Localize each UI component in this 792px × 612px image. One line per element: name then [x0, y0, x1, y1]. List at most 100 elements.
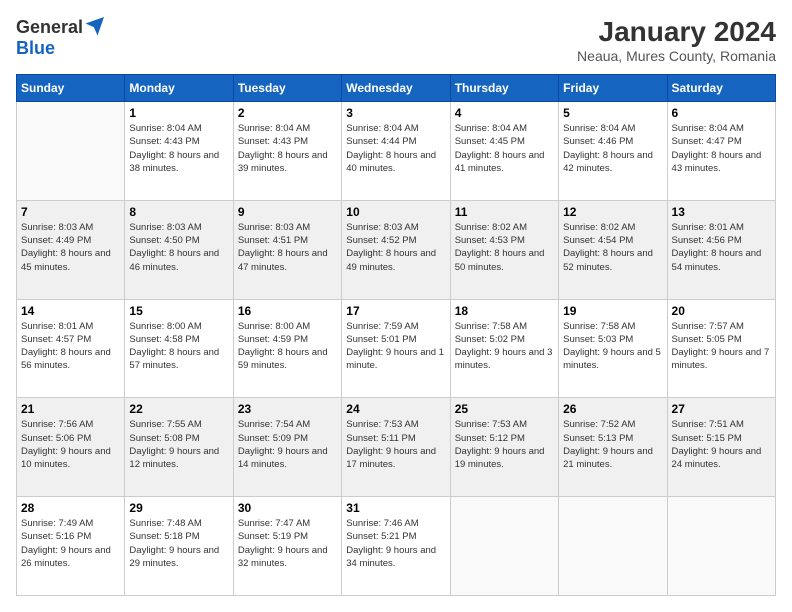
calendar-cell: 18 Sunrise: 7:58 AMSunset: 5:02 PMDayligh… [450, 299, 558, 398]
calendar-cell: 28Sunrise: 7:49 AMSunset: 5:16 PMDayligh… [17, 497, 125, 596]
weekday-header-row: SundayMondayTuesdayWednesdayThursdayFrid… [17, 75, 776, 102]
calendar-cell: 11 Sunrise: 8:02 AMSunset: 4:53 PMDayligh… [450, 200, 558, 299]
day-detail: Sunrise: 7:55 AMSunset: 5:08 PMDaylight:… [129, 418, 228, 471]
weekday-header-sunday: Sunday [17, 75, 125, 102]
calendar-cell: 29 Sunrise: 7:48 AMSunset: 5:18 PMDayligh… [125, 497, 233, 596]
day-detail: Sunrise: 8:02 AMSunset: 4:53 PMDaylight:… [455, 221, 554, 274]
day-number: 26 [563, 402, 662, 416]
week-row-4: 21 Sunrise: 7:56 AMSunset: 5:06 PMDayligh… [17, 398, 776, 497]
main-title: January 2024 [577, 16, 776, 48]
week-row-2: 7 Sunrise: 8:03 AMSunset: 4:49 PMDaylight… [17, 200, 776, 299]
weekday-header-saturday: Saturday [667, 75, 775, 102]
calendar-cell: 26 Sunrise: 7:52 AMSunset: 5:13 PMDayligh… [559, 398, 667, 497]
day-detail: Sunrise: 7:58 AMSunset: 5:02 PMDaylight:… [455, 320, 554, 373]
calendar-cell: 2 Sunrise: 8:04 AMSunset: 4:43 PMDaylight… [233, 102, 341, 201]
calendar-cell: 6 Sunrise: 8:04 AMSunset: 4:47 PMDaylight… [667, 102, 775, 201]
header: General Blue January 2024 Neaua, Mures C… [16, 16, 776, 64]
day-detail: Sunrise: 7:47 AMSunset: 5:19 PMDaylight:… [238, 517, 337, 570]
day-number: 5 [563, 106, 662, 120]
day-number: 3 [346, 106, 445, 120]
day-detail: Sunrise: 8:04 AMSunset: 4:45 PMDaylight:… [455, 122, 554, 175]
day-number: 12 [563, 205, 662, 219]
calendar-cell: 7 Sunrise: 8:03 AMSunset: 4:49 PMDaylight… [17, 200, 125, 299]
calendar-cell: 20 Sunrise: 7:57 AMSunset: 5:05 PMDayligh… [667, 299, 775, 398]
day-number: 31 [346, 501, 445, 515]
calendar-cell: 14 Sunrise: 8:01 AMSunset: 4:57 PMDayligh… [17, 299, 125, 398]
logo-general: General [16, 17, 83, 38]
week-row-3: 14 Sunrise: 8:01 AMSunset: 4:57 PMDayligh… [17, 299, 776, 398]
day-number: 21 [21, 402, 120, 416]
day-detail: Sunrise: 7:58 AMSunset: 5:03 PMDaylight:… [563, 320, 662, 373]
calendar-cell: 19 Sunrise: 7:58 AMSunset: 5:03 PMDayligh… [559, 299, 667, 398]
day-detail: Sunrise: 8:00 AMSunset: 4:59 PMDaylight:… [238, 320, 337, 373]
day-number: 14 [21, 304, 120, 318]
day-detail: Sunrise: 7:48 AMSunset: 5:18 PMDaylight:… [129, 517, 228, 570]
title-block: January 2024 Neaua, Mures County, Romani… [577, 16, 776, 64]
calendar-cell: 5 Sunrise: 8:04 AMSunset: 4:46 PMDaylight… [559, 102, 667, 201]
day-number: 18 [455, 304, 554, 318]
day-detail: Sunrise: 7:52 AMSunset: 5:13 PMDaylight:… [563, 418, 662, 471]
day-detail: Sunrise: 7:56 AMSunset: 5:06 PMDaylight:… [21, 418, 120, 471]
calendar-cell [17, 102, 125, 201]
logo-blue: Blue [16, 38, 55, 58]
day-detail: Sunrise: 8:03 AMSunset: 4:49 PMDaylight:… [21, 221, 120, 274]
calendar-cell: 13Sunrise: 8:01 AMSunset: 4:56 PMDayligh… [667, 200, 775, 299]
day-detail: Sunrise: 8:04 AMSunset: 4:46 PMDaylight:… [563, 122, 662, 175]
day-detail: Sunrise: 8:02 AMSunset: 4:54 PMDaylight:… [563, 221, 662, 274]
day-number: 22 [129, 402, 228, 416]
day-detail: Sunrise: 8:04 AMSunset: 4:44 PMDaylight:… [346, 122, 445, 175]
day-number: 15 [129, 304, 228, 318]
day-detail: Sunrise: 7:46 AMSunset: 5:21 PMDaylight:… [346, 517, 445, 570]
calendar-cell: 12 Sunrise: 8:02 AMSunset: 4:54 PMDayligh… [559, 200, 667, 299]
day-number: 16 [238, 304, 337, 318]
subtitle: Neaua, Mures County, Romania [577, 48, 776, 64]
day-number: 2 [238, 106, 337, 120]
day-number: 6 [672, 106, 771, 120]
day-number: 20 [672, 304, 771, 318]
day-detail: Sunrise: 8:04 AMSunset: 4:43 PMDaylight:… [129, 122, 228, 175]
calendar-cell: 23Sunrise: 7:54 AMSunset: 5:09 PMDayligh… [233, 398, 341, 497]
day-number: 29 [129, 501, 228, 515]
calendar-cell: 8Sunrise: 8:03 AMSunset: 4:50 PMDaylight… [125, 200, 233, 299]
weekday-header-monday: Monday [125, 75, 233, 102]
calendar-cell [559, 497, 667, 596]
day-detail: Sunrise: 8:01 AMSunset: 4:57 PMDaylight:… [21, 320, 120, 373]
calendar-cell [667, 497, 775, 596]
day-number: 11 [455, 205, 554, 219]
calendar-cell: 21 Sunrise: 7:56 AMSunset: 5:06 PMDayligh… [17, 398, 125, 497]
calendar-cell [450, 497, 558, 596]
day-number: 1 [129, 106, 228, 120]
day-detail: Sunrise: 7:59 AMSunset: 5:01 PMDaylight:… [346, 320, 445, 373]
week-row-1: 1 Sunrise: 8:04 AMSunset: 4:43 PMDaylight… [17, 102, 776, 201]
calendar-cell: 10 Sunrise: 8:03 AMSunset: 4:52 PMDayligh… [342, 200, 450, 299]
calendar-cell: 9Sunrise: 8:03 AMSunset: 4:51 PMDaylight… [233, 200, 341, 299]
day-number: 27 [672, 402, 771, 416]
calendar-cell: 3 Sunrise: 8:04 AMSunset: 4:44 PMDaylight… [342, 102, 450, 201]
bird-icon [85, 16, 105, 36]
day-number: 7 [21, 205, 120, 219]
day-number: 4 [455, 106, 554, 120]
day-detail: Sunrise: 8:04 AMSunset: 4:47 PMDaylight:… [672, 122, 771, 175]
calendar-cell: 16 Sunrise: 8:00 AMSunset: 4:59 PMDayligh… [233, 299, 341, 398]
day-number: 9 [238, 205, 337, 219]
day-detail: Sunrise: 8:03 AMSunset: 4:52 PMDaylight:… [346, 221, 445, 274]
day-detail: Sunrise: 7:51 AMSunset: 5:15 PMDaylight:… [672, 418, 771, 471]
calendar-cell: 1 Sunrise: 8:04 AMSunset: 4:43 PMDaylight… [125, 102, 233, 201]
calendar-cell: 17Sunrise: 7:59 AMSunset: 5:01 PMDayligh… [342, 299, 450, 398]
weekday-header-wednesday: Wednesday [342, 75, 450, 102]
day-number: 28 [21, 501, 120, 515]
calendar-cell: 22 Sunrise: 7:55 AMSunset: 5:08 PMDayligh… [125, 398, 233, 497]
calendar-cell: 15Sunrise: 8:00 AMSunset: 4:58 PMDayligh… [125, 299, 233, 398]
calendar-cell: 4 Sunrise: 8:04 AMSunset: 4:45 PMDaylight… [450, 102, 558, 201]
day-detail: Sunrise: 7:57 AMSunset: 5:05 PMDaylight:… [672, 320, 771, 373]
day-number: 30 [238, 501, 337, 515]
weekday-header-friday: Friday [559, 75, 667, 102]
weekday-header-tuesday: Tuesday [233, 75, 341, 102]
day-number: 10 [346, 205, 445, 219]
day-detail: Sunrise: 8:04 AMSunset: 4:43 PMDaylight:… [238, 122, 337, 175]
day-number: 19 [563, 304, 662, 318]
calendar-cell: 24Sunrise: 7:53 AMSunset: 5:11 PMDayligh… [342, 398, 450, 497]
day-detail: Sunrise: 7:53 AMSunset: 5:12 PMDaylight:… [455, 418, 554, 471]
page: General Blue January 2024 Neaua, Mures C… [0, 0, 792, 612]
calendar: SundayMondayTuesdayWednesdayThursdayFrid… [16, 74, 776, 596]
